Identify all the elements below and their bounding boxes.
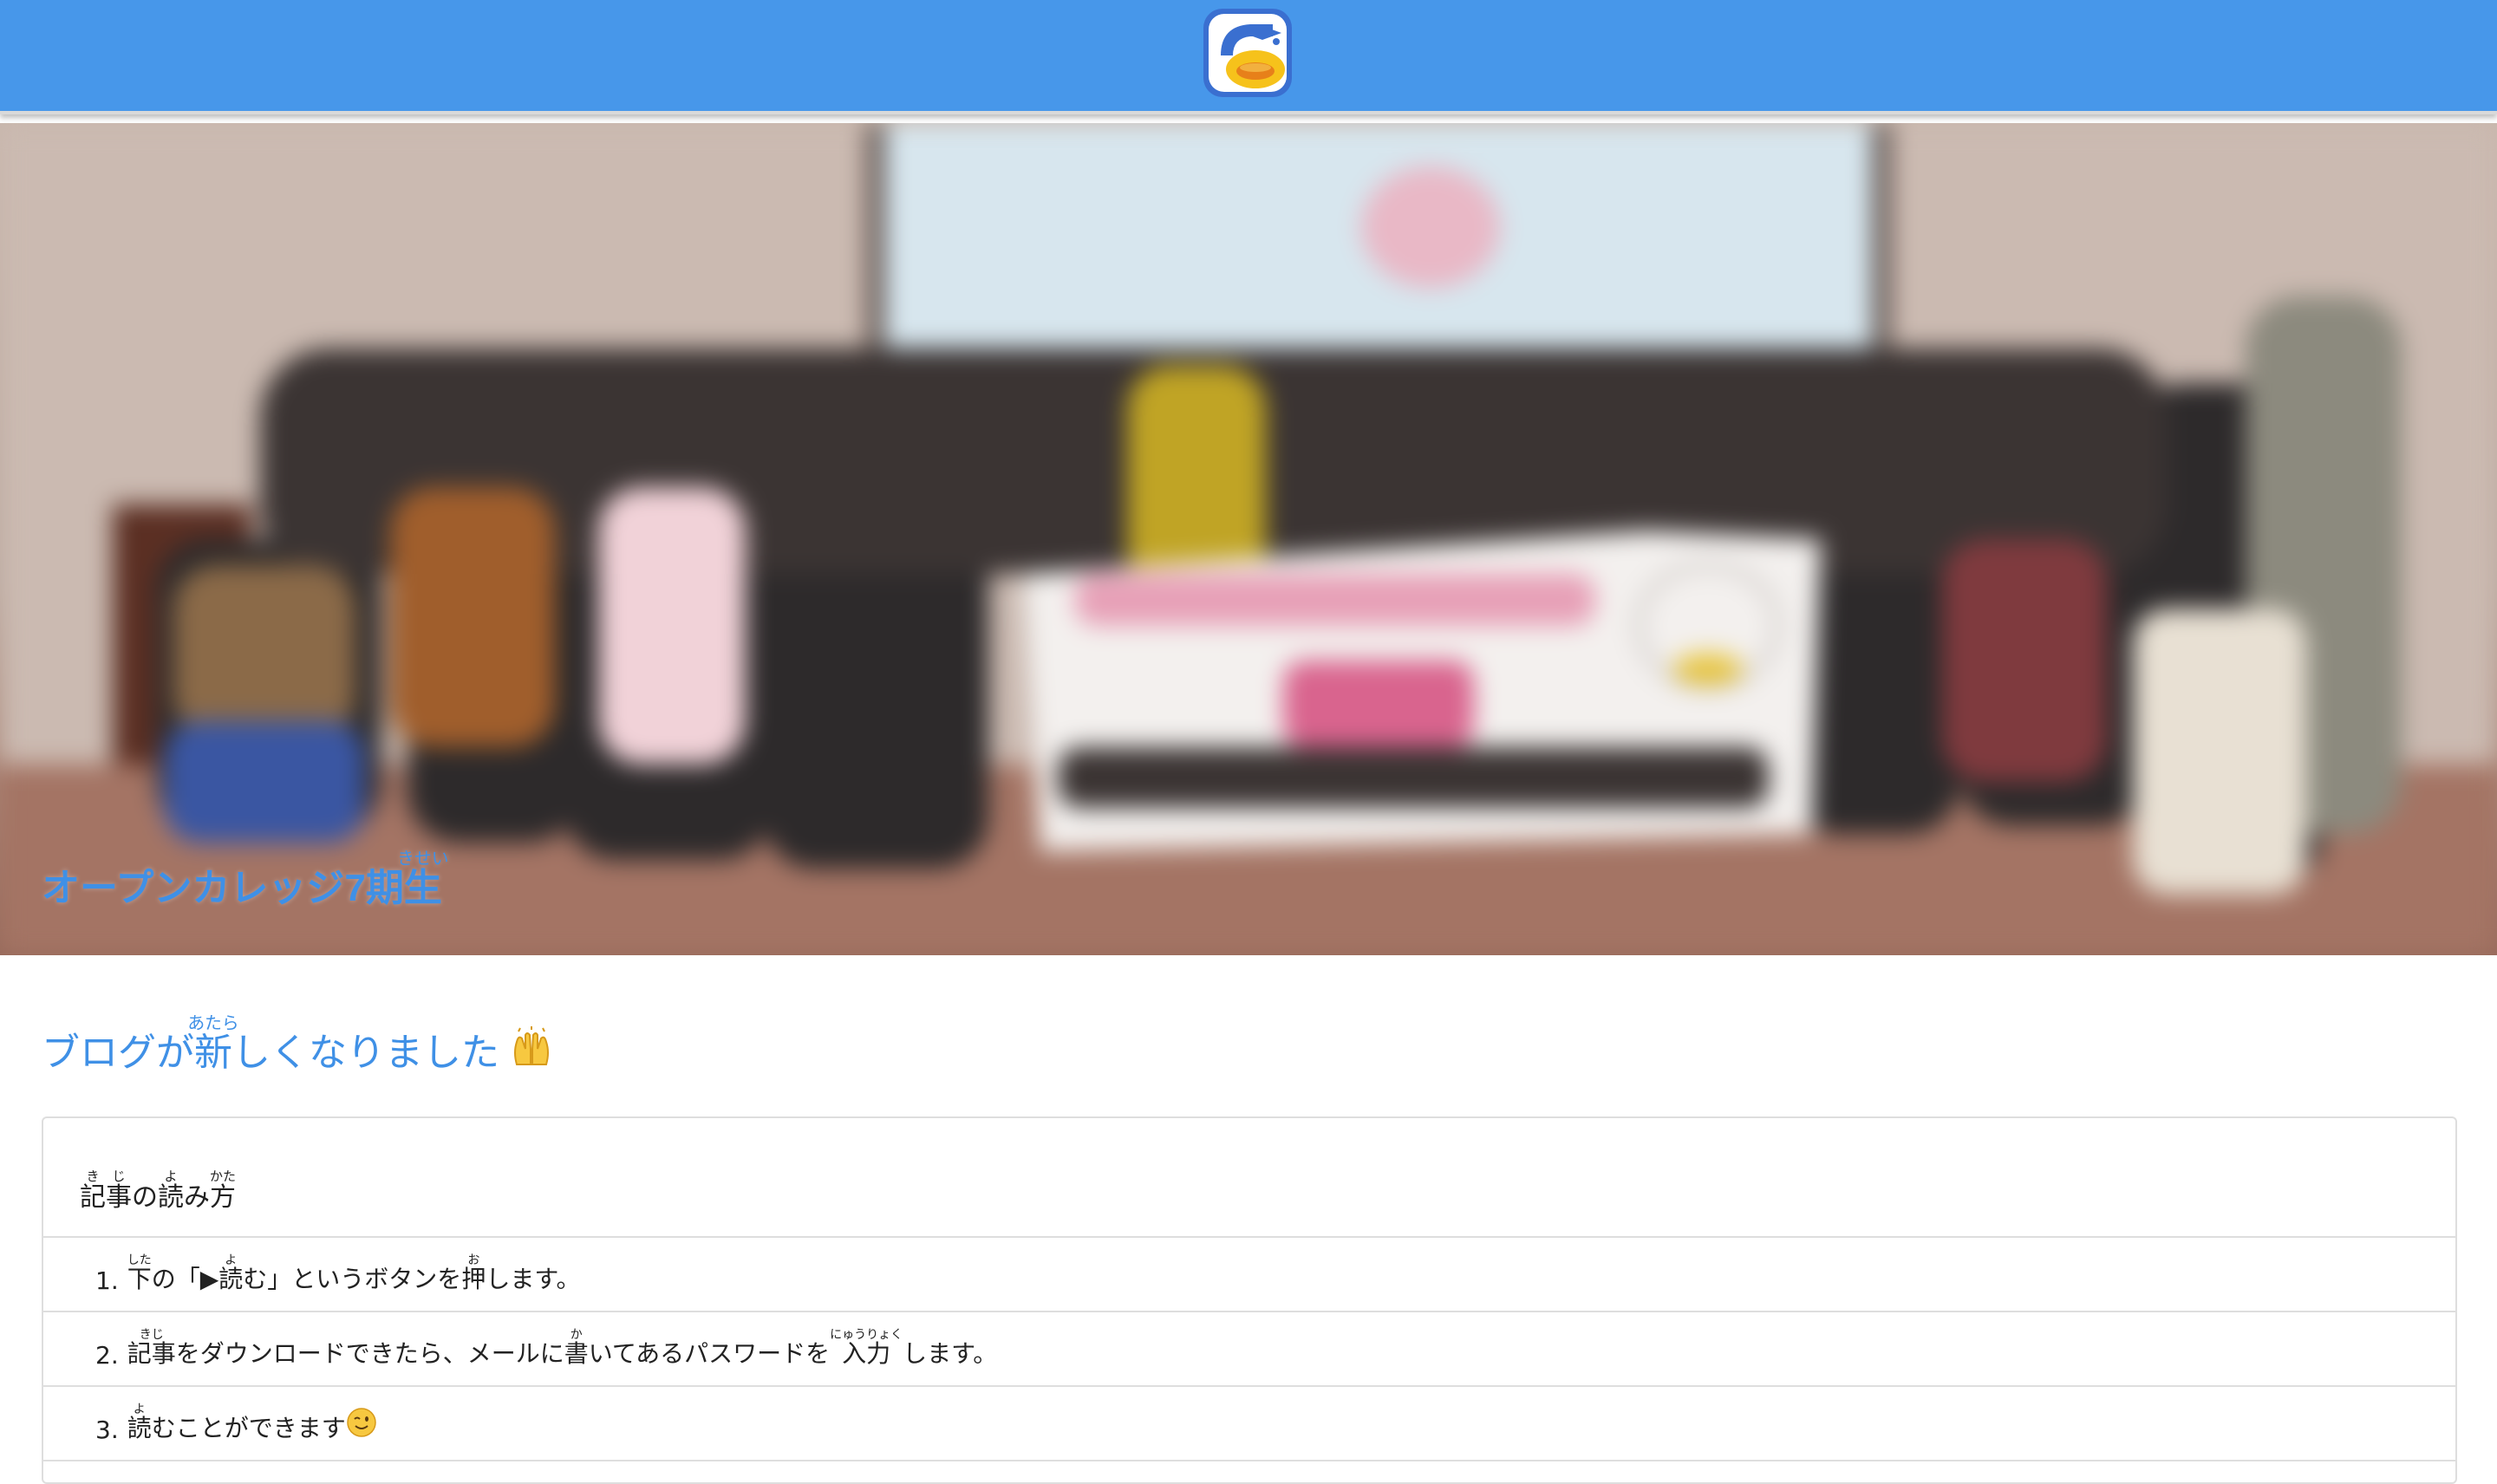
step-number: 1. (95, 1266, 119, 1295)
step-number: 3. (95, 1416, 119, 1444)
hero-caption-text: オープンカレッジ7期 (42, 867, 404, 909)
hero-caption[interactable]: オープンカレッジ7期生きせい (42, 849, 449, 912)
instructions-card: 記き 事じの読よみ方かた 1. 下した の「▶ 読よ む」というボタンを 押お します。 … (42, 1116, 2457, 1484)
site-logo-icon[interactable] (1202, 7, 1294, 99)
step-number: 2. (95, 1341, 119, 1370)
instruction-step: 3. 読よ むことができます (43, 1387, 2455, 1461)
instruction-step: 2. 記事きじ をダウンロードできたら、メールに 書か いてあるパスワードを 入力にゅう… (43, 1312, 2455, 1387)
top-bar (0, 0, 2497, 114)
blog-title-pre: ブログが (42, 1032, 194, 1074)
instruction-step: 1. 下した の「▶ 読よ む」というボタンを 押お します。 (43, 1238, 2455, 1312)
hero-banner[interactable]: オープンカレッジ7期生きせい (0, 123, 2497, 955)
blog-title-ruby: 新あたら (187, 1014, 239, 1074)
winking-face-icon (346, 1407, 377, 1444)
blog-title[interactable]: ブログが新あたらしくなりました (42, 1014, 553, 1084)
blog-title-post: しくなりました (232, 1032, 499, 1074)
instructions-heading: 記き 事じの読よみ方かた (43, 1118, 2455, 1238)
hero-caption-ruby: 生きせい (397, 849, 449, 909)
raising-hands-icon (510, 1026, 553, 1084)
group-photo-image (0, 123, 2497, 955)
